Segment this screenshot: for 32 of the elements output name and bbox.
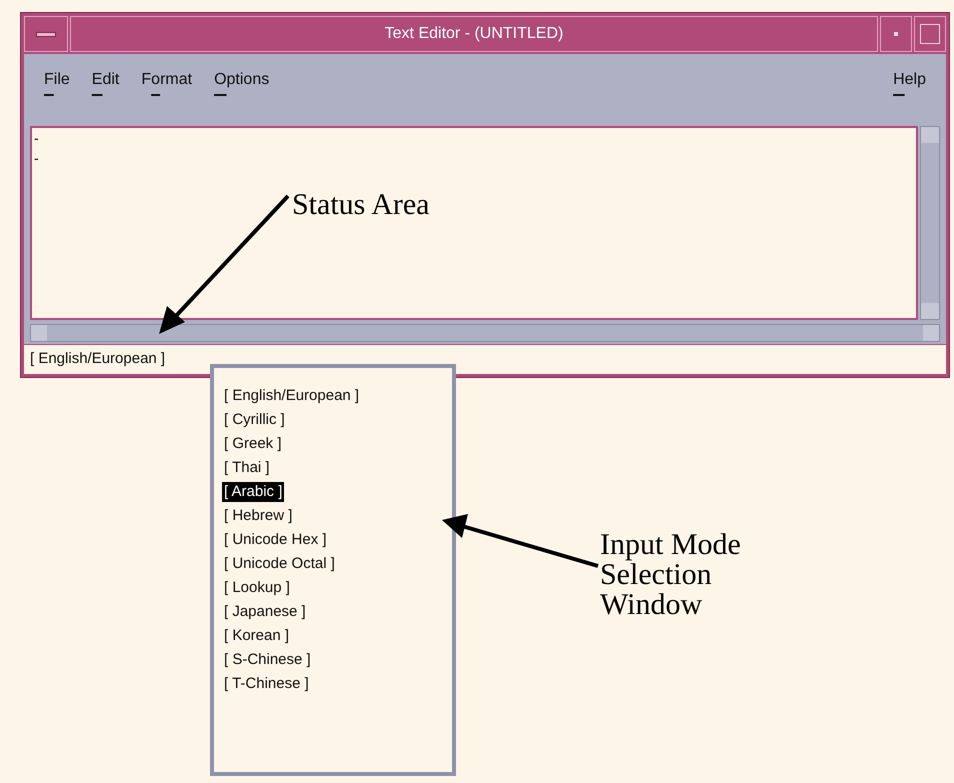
callout-label: Input Mode Selection Window (600, 530, 742, 620)
input-mode-option[interactable]: [ English/European ] (222, 386, 362, 406)
input-mode-option[interactable]: [ Unicode Octal ] (222, 554, 337, 574)
horizontal-scrollbar[interactable] (30, 324, 940, 342)
input-mode-option[interactable]: [ Cyrillic ] (222, 410, 287, 430)
maximize-icon (920, 24, 940, 44)
callout-label: Status Area (292, 188, 430, 222)
menu-item[interactable]: Help (891, 68, 928, 92)
input-mode-option[interactable]: [ T-Chinese ] (222, 674, 311, 694)
input-mode-option[interactable]: [ Korean ] (222, 626, 292, 646)
input-mode-option[interactable]: [ Greek ] (222, 434, 284, 454)
menu-item[interactable]: Options (212, 68, 272, 92)
minimize-button[interactable] (880, 16, 912, 52)
window-title: Text Editor - (UNTITLED) (70, 16, 878, 52)
input-mode-option[interactable]: [ Japanese ] (222, 602, 308, 622)
maximize-button[interactable] (914, 16, 946, 52)
input-mode-option[interactable]: [ Arabic ] (222, 482, 284, 502)
input-mode-option[interactable]: [ S-Chinese ] (222, 650, 313, 670)
menu-item[interactable]: Edit (90, 68, 122, 92)
status-area: [ English/European ] (30, 348, 166, 371)
input-mode-option[interactable]: [ Thai ] (222, 458, 272, 478)
menu-item[interactable]: Format (139, 68, 194, 92)
minimize-icon (894, 32, 898, 36)
input-mode-option[interactable]: [ Lookup ] (222, 578, 292, 598)
window-menu-button[interactable] (24, 16, 68, 52)
text-line: - (34, 129, 39, 148)
vertical-scrollbar[interactable] (920, 126, 940, 320)
menu-bar-icon (36, 32, 56, 36)
text-line: - (34, 149, 39, 168)
menu-item[interactable]: File (42, 68, 72, 92)
input-mode-option[interactable]: [ Hebrew ] (222, 506, 294, 526)
input-mode-option[interactable]: [ Unicode Hex ] (222, 530, 329, 550)
